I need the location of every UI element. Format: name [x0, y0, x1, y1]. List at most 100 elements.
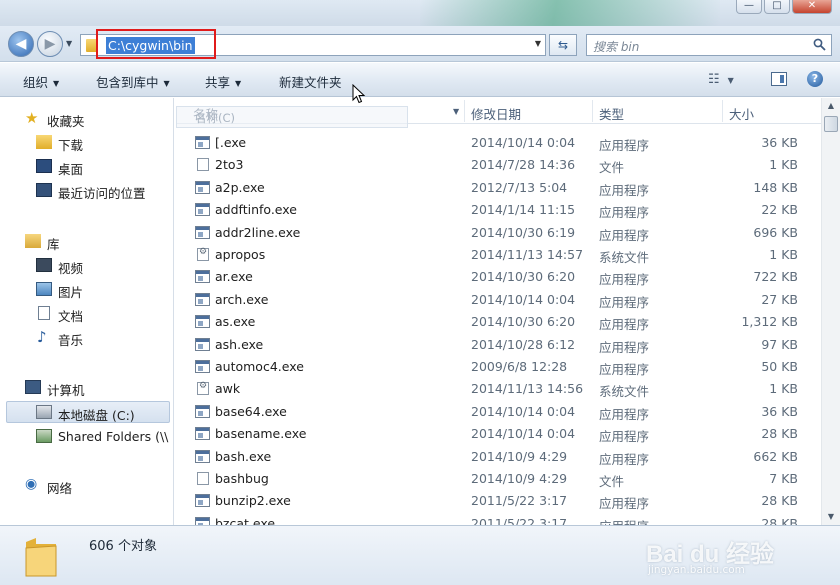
application-icon — [195, 136, 210, 149]
file-date: 2014/10/14 0:04 — [471, 403, 576, 419]
file-name: bunzip2.exe — [215, 493, 291, 509]
file-size: 1 KB — [769, 247, 798, 262]
search-icon[interactable] — [813, 38, 826, 51]
application-icon — [195, 516, 210, 525]
file-row[interactable]: basename.exe 2014/10/14 0:04 应用程序 28 KB — [176, 423, 801, 445]
picture-icon — [36, 282, 52, 296]
file-list: 名称 ▼ 修改日期 类型 大小 名称(C) [.exe2014/10/14 0:… — [176, 98, 821, 525]
file-row[interactable]: ash.exe 2014/10/28 6:12 应用程序 97 KB — [176, 334, 801, 356]
refresh-button[interactable]: ⇆ — [549, 34, 577, 56]
file-type: 应用程序 — [599, 451, 650, 467]
minimize-button[interactable]: — — [736, 0, 762, 14]
address-bar[interactable]: C:\cygwin\bin ▼ — [80, 29, 546, 59]
column-divider[interactable] — [464, 100, 465, 122]
file-date: 2014/10/28 6:12 — [471, 336, 576, 352]
nav-computer[interactable]: 计算机 — [0, 377, 173, 399]
address-path[interactable]: C:\cygwin\bin — [106, 37, 195, 54]
nav-libraries[interactable]: 库 — [0, 231, 173, 253]
application-icon — [195, 203, 210, 217]
nav-documents-label: 文档 — [58, 309, 84, 324]
scrollbar-thumb[interactable] — [824, 116, 838, 132]
file-type: 应用程序 — [599, 496, 650, 512]
application-icon — [195, 225, 210, 239]
recent-places-icon — [36, 183, 52, 197]
file-size: 696 KB — [753, 224, 798, 240]
nav-local-disk-c[interactable]: 本地磁盘 (C:) — [6, 401, 170, 423]
sort-chevron-icon[interactable]: ▼ — [453, 107, 459, 116]
preview-pane-icon[interactable] — [771, 72, 787, 86]
help-icon[interactable]: ? — [807, 71, 823, 87]
search-box[interactable]: 搜索 bin — [586, 34, 832, 56]
file-row[interactable]: addr2line.exe 2014/10/30 6:19 应用程序 696 KB — [176, 222, 801, 244]
nav-network[interactable]: ◉ 网络 — [0, 475, 173, 497]
nav-local-disk-c-label: 本地磁盘 (C:) — [58, 408, 135, 423]
file-name: as.exe — [215, 314, 256, 330]
file-size: 148 KB — [753, 179, 798, 195]
file-row[interactable]: addftinfo.exe 2014/1/14 11:15 应用程序 22 KB — [176, 199, 801, 221]
address-dropdown-icon[interactable]: ▼ — [535, 39, 541, 48]
application-icon — [195, 404, 210, 418]
file-size: 50 KB — [761, 359, 798, 374]
file-row[interactable]: awk 2014/11/13 14:56 系统文件 1 KB — [176, 378, 801, 400]
file-type: 文件 — [599, 474, 625, 489]
organize-menu[interactable]: 组织 ▼ — [23, 72, 59, 91]
new-folder-button[interactable]: 新建文件夹 — [279, 72, 342, 91]
column-divider[interactable] — [722, 100, 723, 122]
nav-music[interactable]: ♪ 音乐 — [0, 327, 173, 349]
file-row[interactable]: base64.exe 2014/10/14 0:04 应用程序 36 KB — [176, 401, 801, 423]
organize-label: 组织 — [23, 75, 49, 90]
file-row[interactable]: bash.exe 2014/10/9 4:29 应用程序 662 KB — [176, 446, 801, 468]
file-type: 应用程序 — [599, 406, 650, 422]
file-size: 27 KB — [761, 291, 798, 307]
arrow-left-icon: ◀ — [15, 36, 27, 52]
file-name: ash.exe — [215, 336, 264, 352]
scroll-up-icon[interactable]: ▲ — [822, 98, 840, 114]
file-row[interactable]: arch.exe 2014/10/14 0:04 应用程序 27 KB — [176, 289, 801, 311]
nav-recent-places[interactable]: 最近访问的位置 — [0, 180, 173, 202]
file-row[interactable]: bunzip2.exe 2011/5/22 3:17 应用程序 28 KB — [176, 490, 801, 512]
column-size[interactable]: 大小 — [729, 104, 754, 123]
column-type[interactable]: 类型 — [599, 104, 624, 123]
back-button[interactable]: ◀ — [8, 31, 34, 57]
file-row[interactable]: as.exe 2014/10/30 6:20 应用程序 1,312 KB — [176, 311, 801, 333]
include-in-library-menu[interactable]: 包含到库中 ▼ — [96, 72, 170, 91]
maximize-button[interactable]: □ — [764, 0, 790, 14]
file-row[interactable]: bzcat.exe 2011/5/22 3:17 应用程序 28 KB — [176, 513, 801, 525]
change-view-button[interactable]: ☷ ▼ — [708, 72, 734, 87]
file-name: a2p.exe — [215, 179, 265, 195]
forward-button[interactable]: ▶ — [37, 31, 63, 57]
nav-favorites[interactable]: ★ 收藏夹 — [0, 108, 173, 130]
nav-shared-folders[interactable]: Shared Folders (\\ — [0, 426, 173, 448]
download-folder-icon — [36, 135, 52, 149]
file-row[interactable]: apropos 2014/11/13 14:57 系统文件 1 KB — [176, 244, 801, 266]
nav-downloads[interactable]: 下载 — [0, 132, 173, 154]
scroll-down-icon[interactable]: ▼ — [822, 509, 840, 525]
nav-videos[interactable]: 视频 — [0, 255, 173, 277]
file-row[interactable]: ar.exe 2014/10/30 6:20 应用程序 722 KB — [176, 266, 801, 288]
file-row[interactable]: a2p.exe 2012/7/13 5:04 应用程序 148 KB — [176, 177, 801, 199]
recent-pages-dropdown[interactable]: ▼ — [66, 39, 72, 48]
nav-documents[interactable]: 文档 — [0, 303, 173, 325]
column-divider[interactable] — [592, 100, 593, 122]
vertical-scrollbar[interactable]: ▲ ▼ — [821, 98, 840, 525]
file-name: [.exe — [215, 135, 247, 150]
search-placeholder[interactable]: 搜索 bin — [593, 38, 639, 55]
file-size: 1 KB — [769, 157, 798, 173]
file-icon — [197, 472, 209, 485]
music-note-icon: ♪ — [37, 328, 47, 346]
column-date[interactable]: 修改日期 — [471, 104, 521, 123]
file-date: 2014/10/30 6:20 — [471, 269, 576, 285]
nav-desktop[interactable]: 桌面 — [0, 156, 173, 178]
application-icon — [195, 449, 210, 463]
file-row[interactable]: 2to3 2014/7/28 14:36 文件 1 KB — [176, 154, 801, 176]
title-bar: — □ ✕ — [0, 0, 840, 26]
file-row[interactable]: bashbug 2014/10/9 4:29 文件 7 KB — [176, 468, 801, 490]
file-size: 7 KB — [769, 471, 798, 486]
nav-pictures[interactable]: 图片 — [0, 279, 173, 301]
file-row[interactable]: [.exe 2014/10/14 0:04 应用程序 36 KB — [176, 132, 801, 154]
file-date: 2014/7/28 14:36 — [471, 157, 576, 173]
refresh-icon: ⇆ — [557, 38, 569, 52]
share-menu[interactable]: 共享 ▼ — [205, 72, 241, 91]
file-row[interactable]: automoc4.exe 2009/6/8 12:28 应用程序 50 KB — [176, 356, 801, 378]
close-button[interactable]: ✕ — [792, 0, 832, 14]
